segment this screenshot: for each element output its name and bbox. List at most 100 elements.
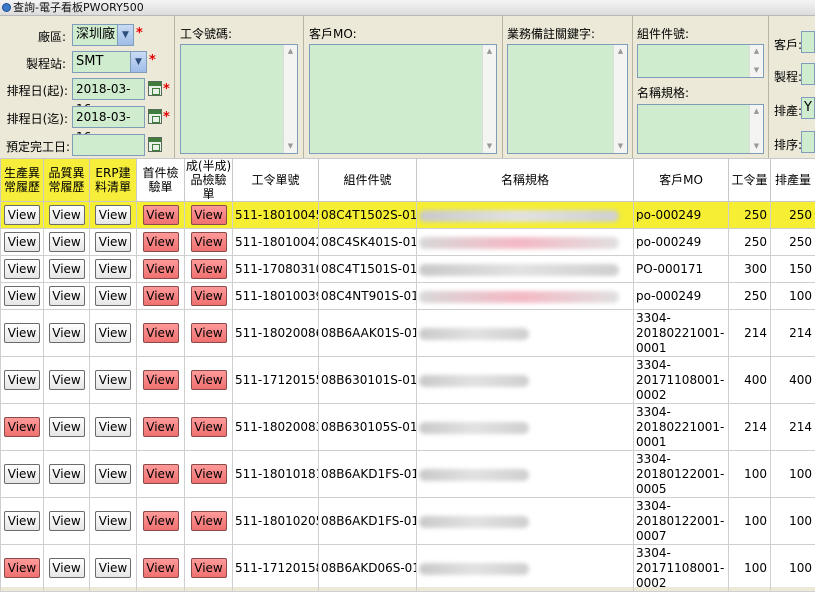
customer-mo-input[interactable]: ▲▼: [309, 44, 497, 154]
table-row[interactable]: ViewViewViewViewView511-1712015808B6AKD0…: [1, 545, 815, 592]
view-button[interactable]: View: [4, 323, 40, 343]
column-header[interactable]: 客戶MO: [634, 159, 729, 202]
column-header[interactable]: 工令量: [729, 159, 771, 202]
view-button[interactable]: View: [49, 286, 85, 306]
column-header[interactable]: 成(半成)品檢驗單: [185, 159, 233, 202]
view-button[interactable]: View: [4, 558, 40, 578]
view-button[interactable]: View: [95, 323, 131, 343]
view-button[interactable]: View: [49, 259, 85, 279]
table-row[interactable]: ViewViewViewViewView511-1801003908C4NT90…: [1, 283, 815, 310]
view-button[interactable]: View: [49, 511, 85, 531]
factory-select[interactable]: 深圳廠 ▼: [72, 24, 134, 46]
scroll-down-icon[interactable]: ▼: [483, 140, 496, 153]
view-button[interactable]: View: [49, 558, 85, 578]
view-button[interactable]: View: [191, 417, 227, 437]
view-button[interactable]: View: [191, 205, 227, 225]
part-no-input[interactable]: ▲▼: [637, 44, 764, 78]
view-button[interactable]: View: [143, 511, 179, 531]
scroll-up-icon[interactable]: ▲: [750, 45, 763, 58]
order-no-input[interactable]: ▲▼: [180, 44, 298, 154]
view-button[interactable]: View: [49, 417, 85, 437]
calendar-icon[interactable]: [148, 137, 162, 152]
view-button[interactable]: View: [95, 205, 131, 225]
table-row[interactable]: ViewViewViewViewView511-1801020508B6AKD1…: [1, 498, 815, 545]
view-button[interactable]: View: [49, 232, 85, 252]
view-button[interactable]: View: [191, 323, 227, 343]
view-button[interactable]: View: [49, 323, 85, 343]
view-button[interactable]: View: [191, 511, 227, 531]
view-button[interactable]: View: [4, 286, 40, 306]
calendar-icon[interactable]: [148, 81, 162, 96]
scroll-down-icon[interactable]: ▼: [750, 64, 763, 77]
view-button[interactable]: View: [191, 370, 227, 390]
table-row[interactable]: ViewViewViewViewView511-1802008308B63010…: [1, 404, 815, 451]
view-button[interactable]: View: [95, 370, 131, 390]
scroll-down-icon[interactable]: ▼: [614, 140, 627, 153]
spec-input[interactable]: ▲▼: [637, 104, 764, 154]
customer-field[interactable]: [801, 31, 815, 53]
station-select[interactable]: SMT ▼: [72, 51, 147, 73]
table-row[interactable]: ViewViewViewViewView511-1801004208C4SK40…: [1, 229, 815, 256]
scrollbar[interactable]: ▲▼: [749, 45, 763, 77]
view-button[interactable]: View: [4, 259, 40, 279]
view-button[interactable]: View: [143, 464, 179, 484]
column-header[interactable]: 名稱規格: [417, 159, 634, 202]
view-button[interactable]: View: [191, 558, 227, 578]
scroll-up-icon[interactable]: ▲: [284, 45, 297, 58]
column-header[interactable]: 品質異常履歷: [44, 159, 90, 202]
scrollbar[interactable]: ▲▼: [482, 45, 496, 153]
view-button[interactable]: View: [4, 205, 40, 225]
view-button[interactable]: View: [4, 232, 40, 252]
business-note-input[interactable]: ▲▼: [507, 44, 628, 154]
view-button[interactable]: View: [143, 232, 179, 252]
view-button[interactable]: View: [95, 558, 131, 578]
table-row[interactable]: ViewViewViewViewView511-1708031008C4T150…: [1, 256, 815, 283]
column-header[interactable]: 排產量: [771, 159, 815, 202]
view-button[interactable]: View: [143, 417, 179, 437]
chevron-down-icon[interactable]: ▼: [117, 25, 133, 45]
view-button[interactable]: View: [95, 232, 131, 252]
start-date-field[interactable]: 2018-03-16: [72, 78, 145, 100]
view-button[interactable]: View: [4, 464, 40, 484]
view-button[interactable]: View: [95, 511, 131, 531]
table-row[interactable]: ViewViewViewViewView511-1801018108B6AKD1…: [1, 451, 815, 498]
view-button[interactable]: View: [191, 232, 227, 252]
view-button[interactable]: View: [49, 370, 85, 390]
column-header[interactable]: 首件檢驗單: [137, 159, 185, 202]
scroll-down-icon[interactable]: ▼: [284, 140, 297, 153]
view-button[interactable]: View: [95, 417, 131, 437]
scrollbar[interactable]: ▲▼: [749, 105, 763, 153]
view-button[interactable]: View: [191, 286, 227, 306]
column-header[interactable]: 工令單號: [233, 159, 319, 202]
column-header[interactable]: 組件件號: [319, 159, 417, 202]
view-button[interactable]: View: [191, 259, 227, 279]
scrollbar[interactable]: ▲▼: [283, 45, 297, 153]
calendar-icon[interactable]: [148, 109, 162, 124]
view-button[interactable]: View: [143, 370, 179, 390]
view-button[interactable]: View: [143, 259, 179, 279]
view-button[interactable]: View: [49, 464, 85, 484]
scroll-up-icon[interactable]: ▲: [750, 105, 763, 118]
view-button[interactable]: View: [143, 323, 179, 343]
table-row[interactable]: ViewViewViewViewView511-1801004508C4T150…: [1, 202, 815, 229]
view-button[interactable]: View: [4, 370, 40, 390]
schedule-select[interactable]: Y: [801, 97, 815, 119]
view-button[interactable]: View: [4, 417, 40, 437]
view-button[interactable]: View: [4, 511, 40, 531]
table-row[interactable]: ViewViewViewViewView511-1712015508B63010…: [1, 357, 815, 404]
view-button[interactable]: View: [95, 259, 131, 279]
process-field[interactable]: [801, 63, 815, 85]
table-row[interactable]: ViewViewViewViewView511-1802008608B6AAK0…: [1, 310, 815, 357]
scroll-up-icon[interactable]: ▲: [614, 45, 627, 58]
view-button[interactable]: View: [49, 205, 85, 225]
view-button[interactable]: View: [95, 464, 131, 484]
view-button[interactable]: View: [191, 464, 227, 484]
column-header[interactable]: 生產異常履歷: [1, 159, 44, 202]
scrollbar[interactable]: ▲▼: [613, 45, 627, 153]
view-button[interactable]: View: [143, 205, 179, 225]
due-date-field[interactable]: [72, 134, 145, 156]
view-button[interactable]: View: [95, 286, 131, 306]
view-button[interactable]: View: [143, 558, 179, 578]
view-button[interactable]: View: [143, 286, 179, 306]
sort-field[interactable]: [801, 131, 815, 153]
